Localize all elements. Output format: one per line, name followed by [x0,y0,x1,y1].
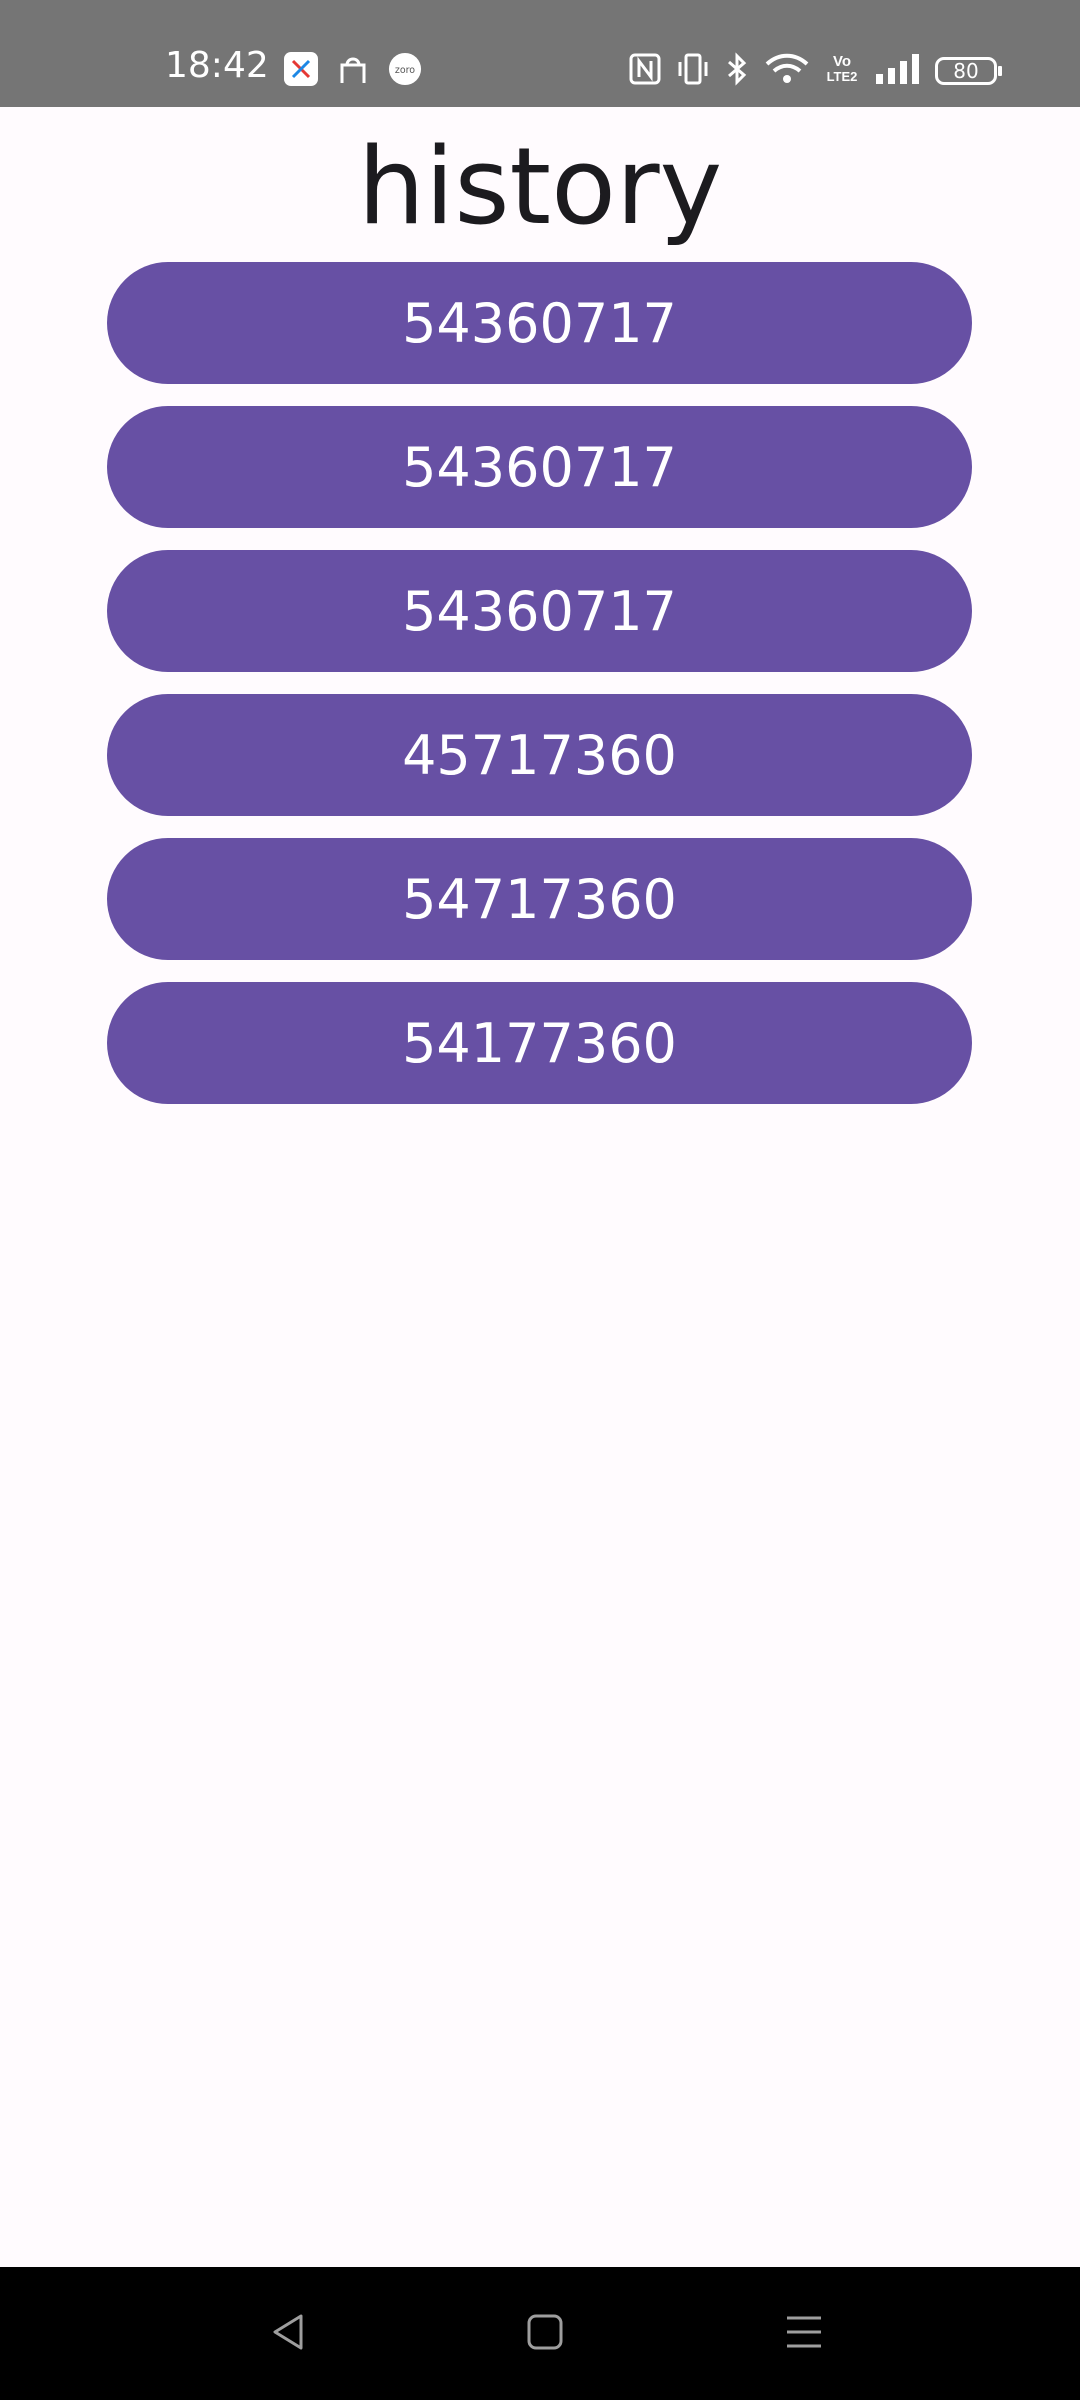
volte-label-bottom: LTE2 [826,69,858,84]
home-icon[interactable] [510,2297,580,2367]
shopping-bag-icon [336,52,370,86]
zoro-label: zoro [395,65,415,76]
zoro-icon: zoro [388,52,422,86]
back-icon[interactable] [253,2297,323,2367]
page-title: history [357,125,723,248]
status-bar: 18:42 zoro Vo LTE2 80 [0,0,1080,107]
status-time: 18:42 [165,45,269,86]
tasks-icon [284,52,318,86]
history-item-button[interactable]: 54717360 [107,838,972,960]
vibrate-icon [676,52,710,86]
recents-icon[interactable] [769,2297,839,2367]
wifi-icon [764,52,810,86]
history-item-button[interactable]: 54360717 [107,550,972,672]
history-item-button[interactable]: 54360717 [107,406,972,528]
bluetooth-icon [720,52,754,86]
navigation-bar [0,2267,1080,2400]
volte-label-top: Vo [832,53,852,70]
signal-icon [874,52,922,86]
history-item-button[interactable]: 54177360 [107,982,972,1104]
nfc-icon [628,52,662,86]
volte-icon: Vo LTE2 [822,52,862,86]
history-item-button[interactable]: 54360717 [107,262,972,384]
battery-indicator: 80 [935,57,1002,85]
history-item-button[interactable]: 45717360 [107,694,972,816]
history-list: 54360717 54360717 54360717 45717360 5471… [107,262,972,1126]
